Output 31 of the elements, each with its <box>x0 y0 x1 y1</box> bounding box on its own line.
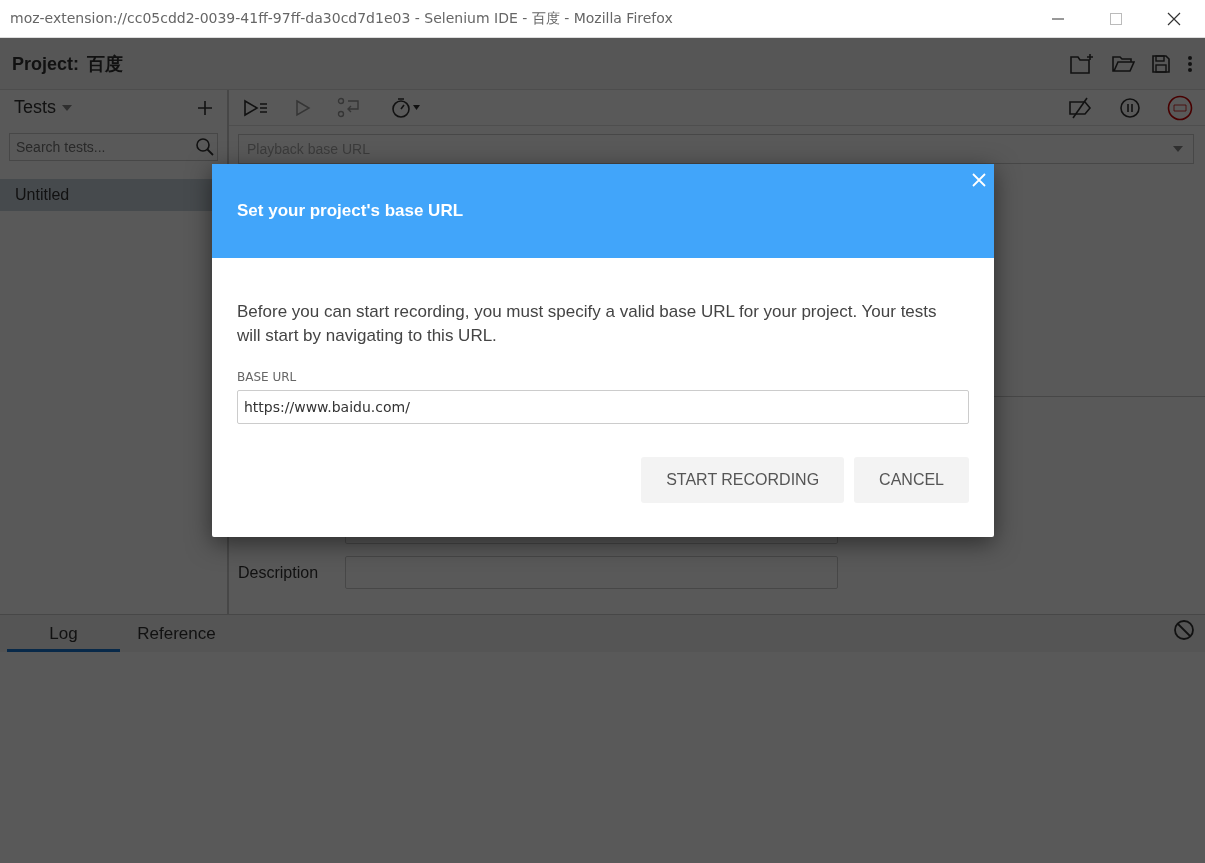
folder-icon[interactable] <box>1111 53 1135 74</box>
play-icon[interactable] <box>295 98 311 117</box>
dialog-title: Set your project's base URL <box>237 201 464 221</box>
tests-dropdown[interactable]: Tests <box>14 97 56 118</box>
new-folder-icon[interactable] <box>1069 52 1095 75</box>
start-recording-button[interactable]: START RECORDING <box>641 457 845 503</box>
description-label: Description <box>238 563 320 582</box>
cancel-button[interactable]: CANCEL <box>854 457 969 503</box>
project-name[interactable]: 百度 <box>87 51 124 76</box>
caret-icon <box>1173 146 1183 152</box>
maximize-icon[interactable] <box>1109 11 1123 26</box>
caret-icon[interactable] <box>62 104 72 111</box>
clear-icon[interactable] <box>1173 618 1195 641</box>
project-label: Project: <box>12 53 80 75</box>
base-url-label: BASE URL <box>237 370 298 384</box>
base-url-field[interactable]: https://www.baidu.com/ <box>237 390 969 424</box>
step-icon[interactable] <box>337 96 361 119</box>
run-all-icon[interactable] <box>243 98 269 117</box>
panel-tab[interactable]: Log <box>7 615 120 652</box>
pause-icon[interactable] <box>1119 96 1141 119</box>
save-icon[interactable] <box>1151 53 1171 74</box>
panel-tab[interactable]: Reference <box>120 615 233 652</box>
search-icon[interactable] <box>195 137 215 157</box>
plus-icon[interactable] <box>197 99 213 116</box>
window-title: moz-extension://cc05cdd2-0039-41ff-97ff-da30cd7d1e03 - Selenium IDE - 百度 - Mozilla Firefox <box>10 9 674 28</box>
disable-breakpoints-icon[interactable] <box>1067 96 1093 119</box>
dialog-message: Before you can start recording, you must specify a valid base URL for your project. Your tests will start by navigating to this URL. <box>237 301 938 347</box>
timer-icon[interactable] <box>391 96 421 119</box>
record-icon[interactable] <box>1167 94 1193 121</box>
more-icon[interactable] <box>1187 54 1193 73</box>
close-icon[interactable] <box>1167 11 1181 26</box>
